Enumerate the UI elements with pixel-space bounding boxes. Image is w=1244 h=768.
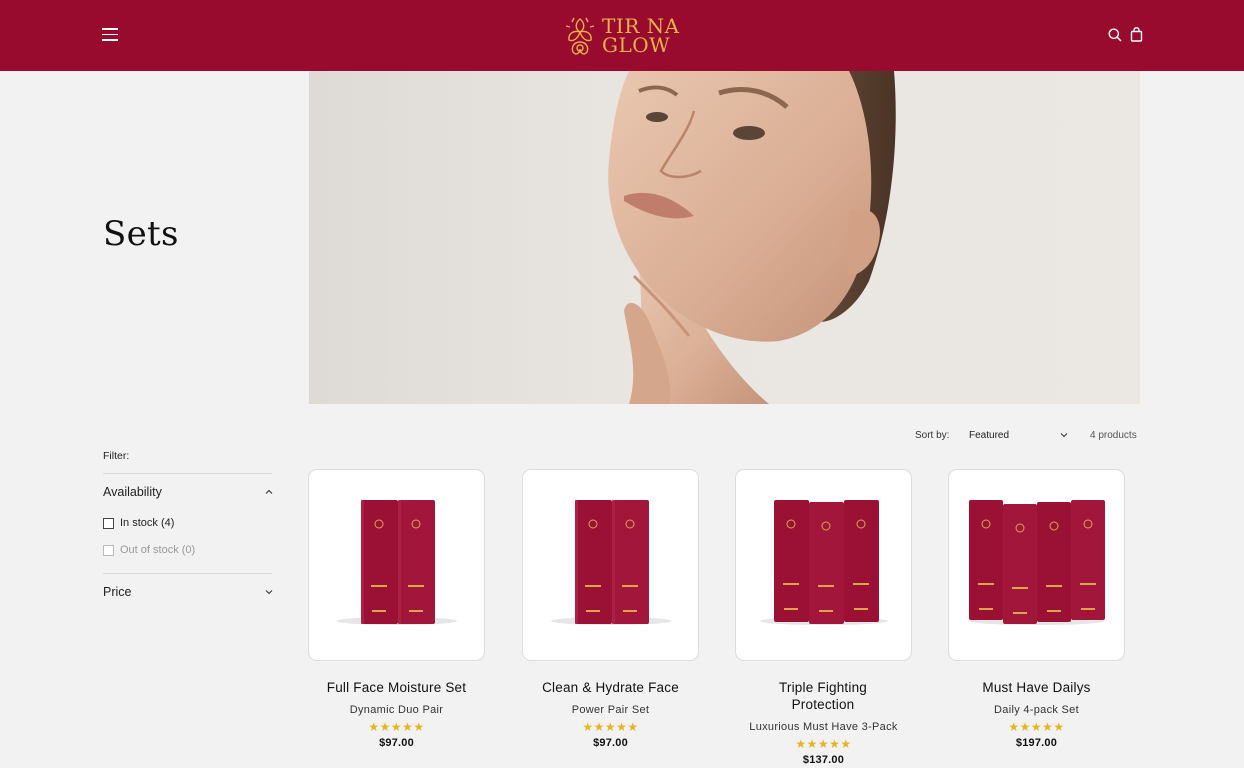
- triquetra-flower-icon: [565, 17, 595, 55]
- brand-line-2: GLOW: [602, 33, 671, 57]
- sort-select[interactable]: Featured: [969, 428, 1071, 444]
- availability-facet-toggle[interactable]: Availability: [103, 483, 273, 503]
- in-stock-label: In stock (4): [120, 517, 175, 529]
- bag-icon[interactable]: [1130, 27, 1143, 42]
- product-price: $137.00: [802, 754, 845, 766]
- product-price: $197.00: [1015, 737, 1058, 749]
- collection-title: Sets: [103, 214, 179, 254]
- product-image[interactable]: [735, 469, 912, 661]
- sort-label: Sort by:: [915, 430, 950, 441]
- product-bottle: [774, 500, 879, 624]
- chevron-up-icon: [265, 489, 273, 494]
- star-rating: ★★★★★: [795, 737, 852, 751]
- star-rating: ★★★★★: [1008, 720, 1065, 734]
- product-subtitle: Power Pair Set: [571, 704, 650, 716]
- site-header: TIR NA GLOW: [0, 0, 1244, 71]
- search-icon[interactable]: [1108, 28, 1122, 42]
- product-bottle: [361, 500, 435, 624]
- product-subtitle: Dynamic Duo Pair: [349, 704, 444, 716]
- checkbox-box-disabled: [103, 545, 114, 556]
- availability-title: Availability: [103, 485, 162, 499]
- price-title: Price: [103, 585, 132, 599]
- price-facet-toggle[interactable]: Price: [103, 583, 273, 603]
- product-title[interactable]: Full Face Moisture Set: [308, 679, 485, 696]
- chevron-down-icon: [265, 590, 273, 595]
- filter-divider: [103, 573, 272, 574]
- product-bottle: [575, 500, 649, 624]
- product-title[interactable]: Clean & Hydrate Face: [522, 679, 699, 696]
- product-image[interactable]: [948, 469, 1125, 661]
- product-title[interactable]: Must Have Dailys: [948, 679, 1125, 696]
- product-bottle: [969, 500, 1105, 624]
- product-image[interactable]: [308, 469, 485, 661]
- star-rating: ★★★★★: [368, 720, 425, 734]
- brand-wordmark: TIR NA GLOW: [602, 16, 680, 57]
- product-image[interactable]: [522, 469, 699, 661]
- menu-icon[interactable]: [102, 28, 119, 42]
- star-rating: ★★★★★: [582, 720, 639, 734]
- sort-value: Featured: [969, 430, 1010, 441]
- filter-divider: [103, 473, 272, 474]
- chevron-down-icon: [1060, 433, 1068, 438]
- product-subtitle: Luxurious Must Have 3-Pack: [749, 721, 898, 733]
- product-title[interactable]: Triple Fighting Protection: [763, 679, 883, 713]
- brand-logo[interactable]: TIR NA GLOW: [562, 14, 684, 58]
- product-subtitle: Daily 4-pack Set: [994, 704, 1079, 716]
- checkbox-box[interactable]: [103, 518, 114, 529]
- filter-label: Filter:: [103, 450, 130, 462]
- product-count: 4 products: [1090, 430, 1137, 441]
- collection-hero-image: [309, 71, 1140, 404]
- product-price: $97.00: [593, 737, 628, 749]
- product-price: $97.00: [379, 737, 414, 749]
- out-of-stock-label: Out of stock (0): [120, 544, 196, 556]
